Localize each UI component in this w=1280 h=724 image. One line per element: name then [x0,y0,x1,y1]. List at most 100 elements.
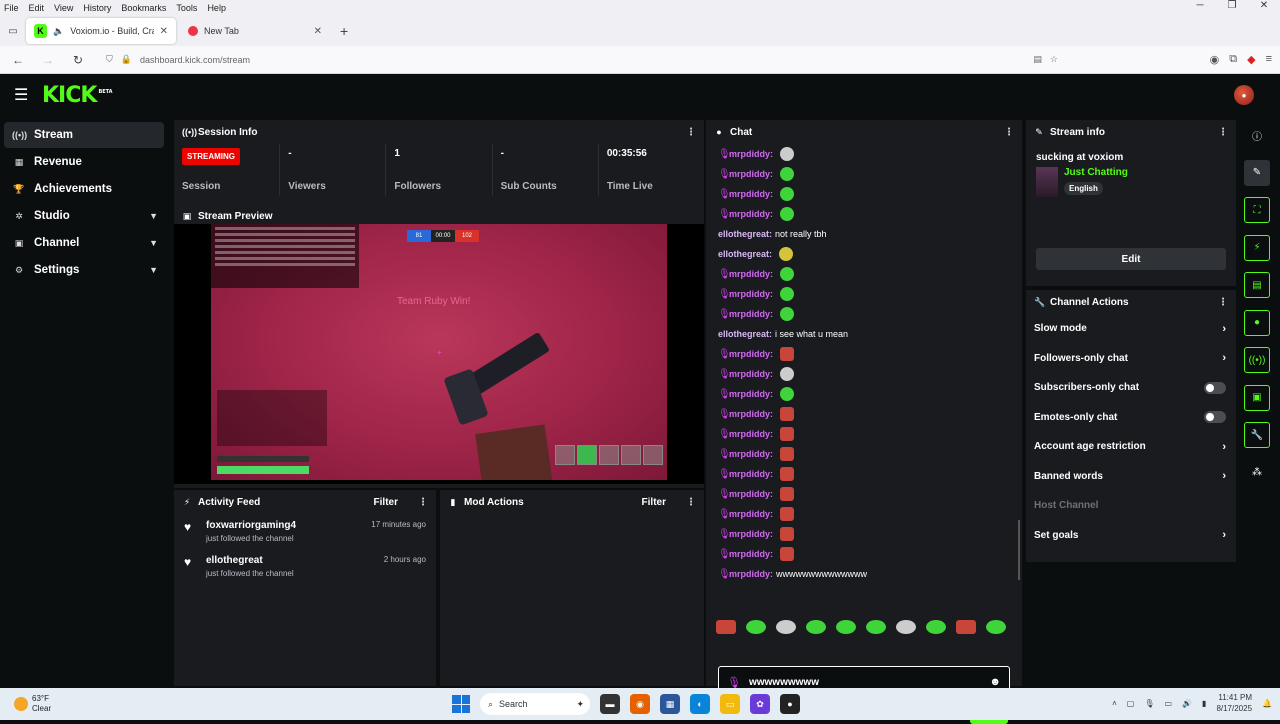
slow-mode-item[interactable]: Slow mode › [1026,314,1236,344]
chat-username[interactable]: mrpdiddy: [729,509,773,519]
network-icon[interactable]: ▭ [1165,699,1173,708]
camera-icon[interactable]: ▣ [1244,384,1270,411]
chat-username[interactable]: mrpdiddy: [729,409,773,419]
quick-emote-button[interactable] [806,620,826,634]
chat-scrollbar[interactable] [1018,520,1020,580]
back-icon[interactable]: ← [8,53,28,67]
chevron-up-icon[interactable]: ˄ [1112,699,1117,708]
document-icon[interactable]: ▤ [1244,272,1270,298]
quick-emote-button[interactable] [986,620,1006,634]
activity-user[interactable]: foxwarriorgaming4 [206,520,296,531]
minimize-icon[interactable]: ─ [1184,0,1216,11]
chat-username[interactable]: mrpdiddy: [729,149,773,159]
chat-username[interactable]: mrpdiddy: [729,189,773,199]
emoji-picker-icon[interactable]: ☻ [989,676,1001,688]
taskbar-clock[interactable]: 11:41 PM 8/17/2025 [1216,692,1252,714]
tray-app-icon[interactable]: ▢ [1127,699,1135,708]
kebab-menu-icon[interactable]: ⋮ [418,497,428,508]
chat-username[interactable]: ellothegreat: [718,229,772,239]
quick-emote-button[interactable] [836,620,856,634]
quick-emote-button[interactable] [926,620,946,634]
sidebar-item-stream[interactable]: ((•)) Stream [4,122,164,148]
close-tab-icon[interactable]: ✕ [160,26,168,37]
store-app-icon[interactable]: ▦ [660,694,680,714]
file-explorer-icon[interactable]: ▭ [720,694,740,714]
pencil-icon[interactable]: ✎ [1244,159,1270,186]
account-icon[interactable]: ◉ [1210,53,1220,66]
new-tab-icon[interactable]: + [334,23,354,39]
reload-icon[interactable]: ↻ [68,53,88,67]
menu-file[interactable]: File [4,3,19,13]
chevron-down-icon[interactable]: ▼ [149,238,158,248]
bookmark-star-icon[interactable]: ☆ [1050,54,1058,65]
chat-username[interactable]: mrpdiddy: [729,169,773,179]
chat-username[interactable]: mrpdiddy: [729,289,773,299]
broadcast-icon[interactable]: ((•)) [1244,347,1270,373]
hamburger-menu-icon[interactable]: ☰ [14,85,32,105]
forward-icon[interactable]: → [38,53,58,67]
reader-icon[interactable]: ▤ [1033,54,1042,65]
user-avatar[interactable]: ● [1234,85,1254,105]
menu-edit[interactable]: Edit [29,3,45,13]
filter-button[interactable]: Filter [642,497,666,508]
close-tab-icon[interactable]: ✕ [314,26,322,37]
kebab-menu-icon[interactable]: ⋮ [1218,297,1228,308]
chat-input-value[interactable]: wwwwwwwww [749,677,981,688]
tab-new-tab[interactable]: New Tab ✕ [180,18,330,44]
sidebar-item-studio[interactable]: ✲ Studio ▼ [4,203,164,229]
chevron-down-icon[interactable]: ▼ [149,211,158,221]
obs-app-icon[interactable]: ● [780,694,800,714]
account-age-restriction-item[interactable]: Account age restriction › [1026,432,1236,462]
chevron-down-icon[interactable]: ▼ [149,265,158,275]
close-window-icon[interactable]: ✕ [1248,0,1280,11]
chat-username[interactable]: mrpdiddy: [729,569,773,579]
kebab-menu-icon[interactable]: ⋮ [686,127,696,138]
chat-username[interactable]: mrpdiddy: [729,489,773,499]
followers-only-chat-item[interactable]: Followers-only chat › [1026,344,1236,374]
weather-widget[interactable]: 63°F Clear [14,694,51,714]
sidebar-item-settings[interactable]: ⚙ Settings ▼ [4,257,164,283]
menu-history[interactable]: History [83,3,111,13]
edge-app-icon[interactable]: ◐ [690,694,710,714]
windows-start-icon[interactable] [452,695,470,713]
chat-username[interactable]: mrpdiddy: [729,449,773,459]
kick-logo[interactable]: KICK BETA [42,83,113,108]
menu-bookmarks[interactable]: Bookmarks [121,3,166,13]
kebab-menu-icon[interactable]: ⋮ [686,497,696,508]
kebab-menu-icon[interactable]: ⋮ [1218,127,1228,138]
edit-stream-info-button[interactable]: Edit [1036,248,1226,270]
chat-username[interactable]: mrpdiddy: [729,349,773,359]
activity-user[interactable]: ellothegreat [206,555,294,566]
speaker-icon[interactable]: 🔈 [53,26,64,37]
chat-username[interactable]: mrpdiddy: [729,269,773,279]
url-text[interactable]: dashboard.kick.com/stream [140,55,250,65]
chat-username[interactable]: ellothegreat: [718,249,772,259]
extensions-icon[interactable]: ⧉ [1229,53,1237,66]
cluster-icon[interactable]: ⁂ [1244,460,1270,486]
quick-emote-button[interactable] [896,620,916,634]
info-icon[interactable]: ⓘ [1244,122,1270,148]
quick-emote-button[interactable] [746,620,766,634]
chat-username[interactable]: mrpdiddy: [729,369,773,379]
chat-username[interactable]: mrpdiddy: [729,429,773,439]
quick-emote-button[interactable] [866,620,886,634]
sidebar-item-achievements[interactable]: 🏆 Achievements [4,176,164,202]
filter-button[interactable]: Filter [374,497,398,508]
chat-username[interactable]: mrpdiddy: [729,389,773,399]
sidebar-item-revenue[interactable]: ▦ Revenue [4,149,164,175]
emotes-only-toggle[interactable] [1204,411,1226,424]
tab-list-icon[interactable]: ▭ [4,22,22,40]
tab-voxiom[interactable]: K 🔈 Voxiom.io - Build, Craft, Sh ✕ [26,18,176,44]
taskbar-search[interactable]: ⌕ Search ✦ [480,693,590,715]
banned-words-item[interactable]: Banned words › [1026,462,1236,492]
speaker-tray-icon[interactable]: 🔊 [1182,699,1192,708]
chat-username[interactable]: mrpdiddy: [729,309,773,319]
chat-username[interactable]: mrpdiddy: [729,549,773,559]
notification-icon[interactable]: 🔔 [1262,699,1272,708]
quick-emote-button[interactable] [776,620,796,634]
bolt-icon[interactable]: ⚡ [1244,234,1270,261]
menu-icon[interactable]: ≡ [1266,53,1272,66]
quick-emote-button[interactable] [716,620,736,634]
chat-username[interactable]: mrpdiddy: [729,469,773,479]
firefox-app-icon[interactable]: ◉ [630,694,650,714]
